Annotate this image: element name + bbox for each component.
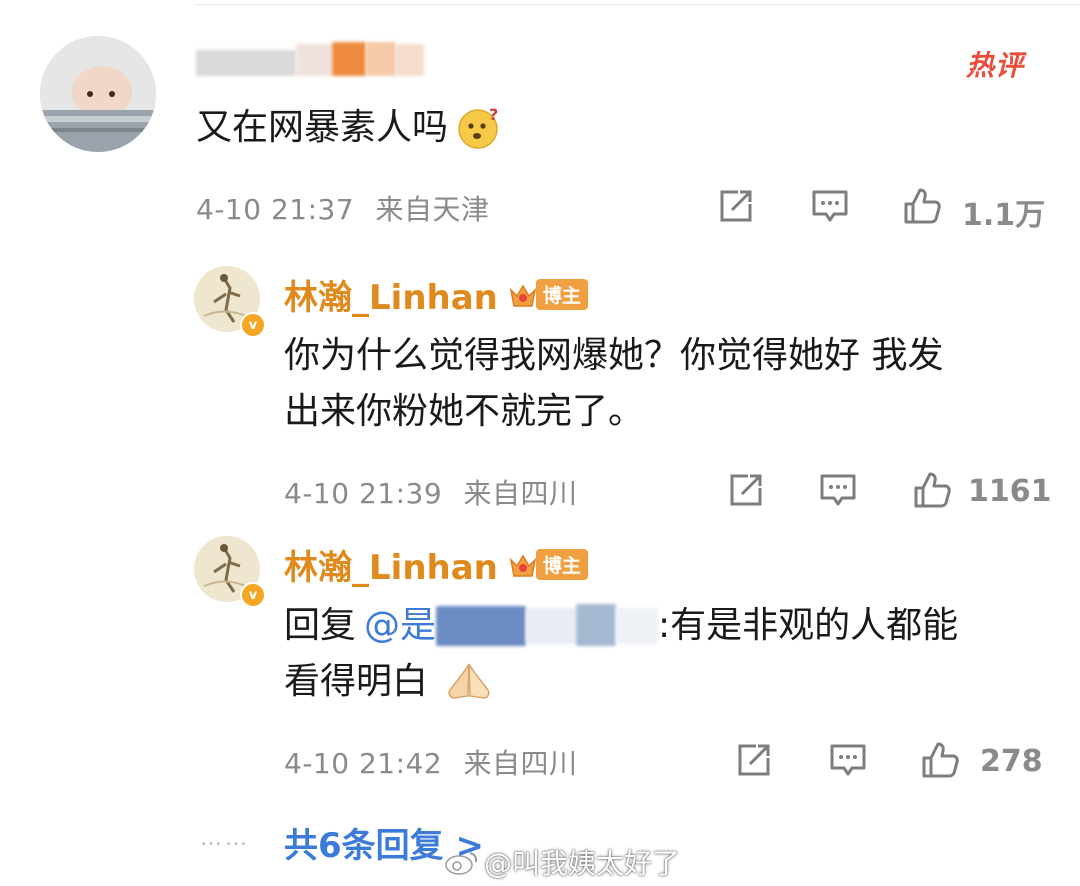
share-icon[interactable]: [716, 186, 756, 226]
blogger-badge: 博主: [508, 549, 588, 580]
like-count: 1.1万: [962, 198, 1046, 233]
reply-location: 来自四川: [463, 747, 578, 780]
comment-text: 又在网暴素人吗 ?: [196, 100, 502, 156]
verified-badge-icon: v: [240, 582, 266, 608]
weibo-logo: [444, 847, 480, 877]
comment-location: 来自天津: [375, 193, 490, 226]
reply-username[interactable]: 林瀚_Linhan: [284, 270, 498, 319]
reply-text: 回复 @是 :有是非观的人都能 看得明白: [284, 598, 1064, 710]
share-icon[interactable]: [726, 470, 766, 510]
hot-comment-tag: 热评: [966, 49, 1025, 82]
reply-time: 4-10 21:42: [284, 747, 443, 780]
reply-header: 林瀚_Linhan 博主: [284, 540, 588, 589]
reply-text: 你为什么觉得我网爆她？你觉得她好 我发 出来你粉她不就完了。: [284, 335, 944, 432]
thumbs-up-icon[interactable]: [902, 186, 942, 226]
folded-hands-emoji: [444, 660, 494, 704]
blogger-tag: 博主: [535, 549, 588, 580]
comment-meta: 4-10 21:37 来自天津: [196, 188, 490, 228]
mention-link[interactable]: @是: [364, 598, 436, 654]
thumbs-up-icon[interactable]: [912, 470, 952, 510]
svg-text:?: ?: [489, 105, 498, 124]
blogger-tag: 博主: [535, 279, 588, 310]
verified-badge-icon: v: [240, 312, 266, 338]
mention-username-redacted: [436, 604, 659, 648]
reply-meta: 4-10 21:42 来自四川: [284, 742, 578, 782]
thinking-face-emoji: ?: [456, 105, 502, 151]
more-dots: ……: [200, 826, 250, 851]
commenter-avatar[interactable]: [40, 36, 156, 152]
blogger-badge: 博主: [508, 279, 588, 310]
comment-icon[interactable]: [810, 186, 850, 226]
reply-time: 4-10 21:39: [284, 477, 443, 510]
thumbs-up-icon[interactable]: [920, 740, 960, 780]
crown-icon: [509, 284, 537, 307]
like-count: 1161: [968, 474, 1052, 509]
top-divider: [195, 4, 1080, 5]
like-count: 278: [980, 744, 1043, 779]
commenter-username-redacted: [196, 42, 426, 78]
watermark: @叫我姨太好了: [444, 842, 680, 882]
crown-icon: [509, 554, 537, 577]
reply-header: 林瀚_Linhan 博主: [284, 270, 588, 319]
comment-time: 4-10 21:37: [196, 193, 355, 226]
comment-icon[interactable]: [818, 470, 858, 510]
reply-location: 来自四川: [463, 477, 578, 510]
reply-username[interactable]: 林瀚_Linhan: [284, 540, 498, 589]
reply-meta: 4-10 21:39 来自四川: [284, 472, 578, 512]
comment-icon[interactable]: [828, 740, 868, 780]
share-icon[interactable]: [734, 740, 774, 780]
